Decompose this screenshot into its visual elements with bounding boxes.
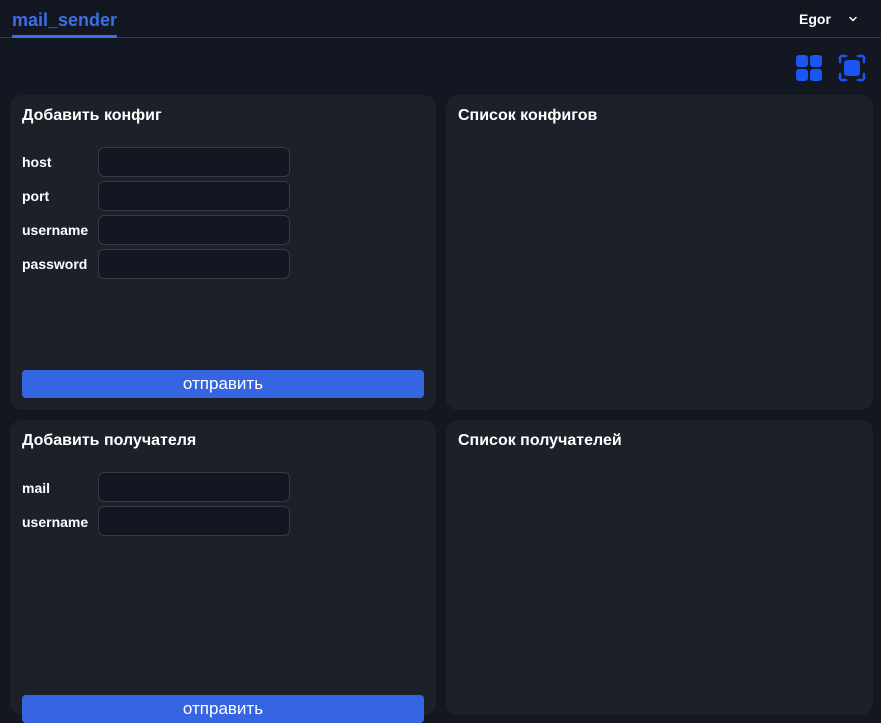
port-input[interactable] — [98, 181, 290, 211]
panel-title: Добавить конфиг — [22, 107, 162, 124]
mail-label: mail — [22, 480, 51, 496]
active-tab-indicator — [12, 35, 117, 38]
username-input[interactable] — [98, 215, 290, 245]
user-name: Egor — [799, 11, 831, 27]
submit-recipient-button[interactable]: отправить — [22, 695, 424, 723]
top-bar: mail_sender Egor — [0, 0, 881, 38]
config-list-panel: Список конфигов — [446, 95, 873, 410]
panel-title: Список получателей — [458, 432, 622, 449]
user-menu[interactable]: Egor — [799, 10, 858, 28]
panel-title: Добавить получателя — [22, 432, 197, 449]
grid-view-icon[interactable] — [795, 54, 823, 82]
recipient-username-input[interactable] — [98, 506, 290, 536]
add-config-panel: Добавить конфиг host port username passw… — [10, 95, 436, 410]
add-recipient-panel: Добавить получателя mail username отправ… — [10, 420, 436, 723]
submit-config-button[interactable]: отправить — [22, 370, 424, 398]
password-input[interactable] — [98, 249, 290, 279]
panel-title: Список конфигов — [458, 107, 598, 124]
mail-input[interactable] — [98, 472, 290, 502]
chevron-down-icon — [848, 14, 858, 24]
port-label: port — [22, 188, 50, 204]
fullscreen-icon[interactable] — [838, 54, 866, 82]
recipient-list-panel: Список получателей — [446, 420, 873, 715]
recipient-username-label: username — [22, 514, 89, 530]
host-input[interactable] — [98, 147, 290, 177]
app-title[interactable]: mail_sender — [12, 9, 117, 31]
password-label: password — [22, 256, 88, 272]
username-label: username — [22, 222, 89, 238]
host-label: host — [22, 154, 52, 170]
